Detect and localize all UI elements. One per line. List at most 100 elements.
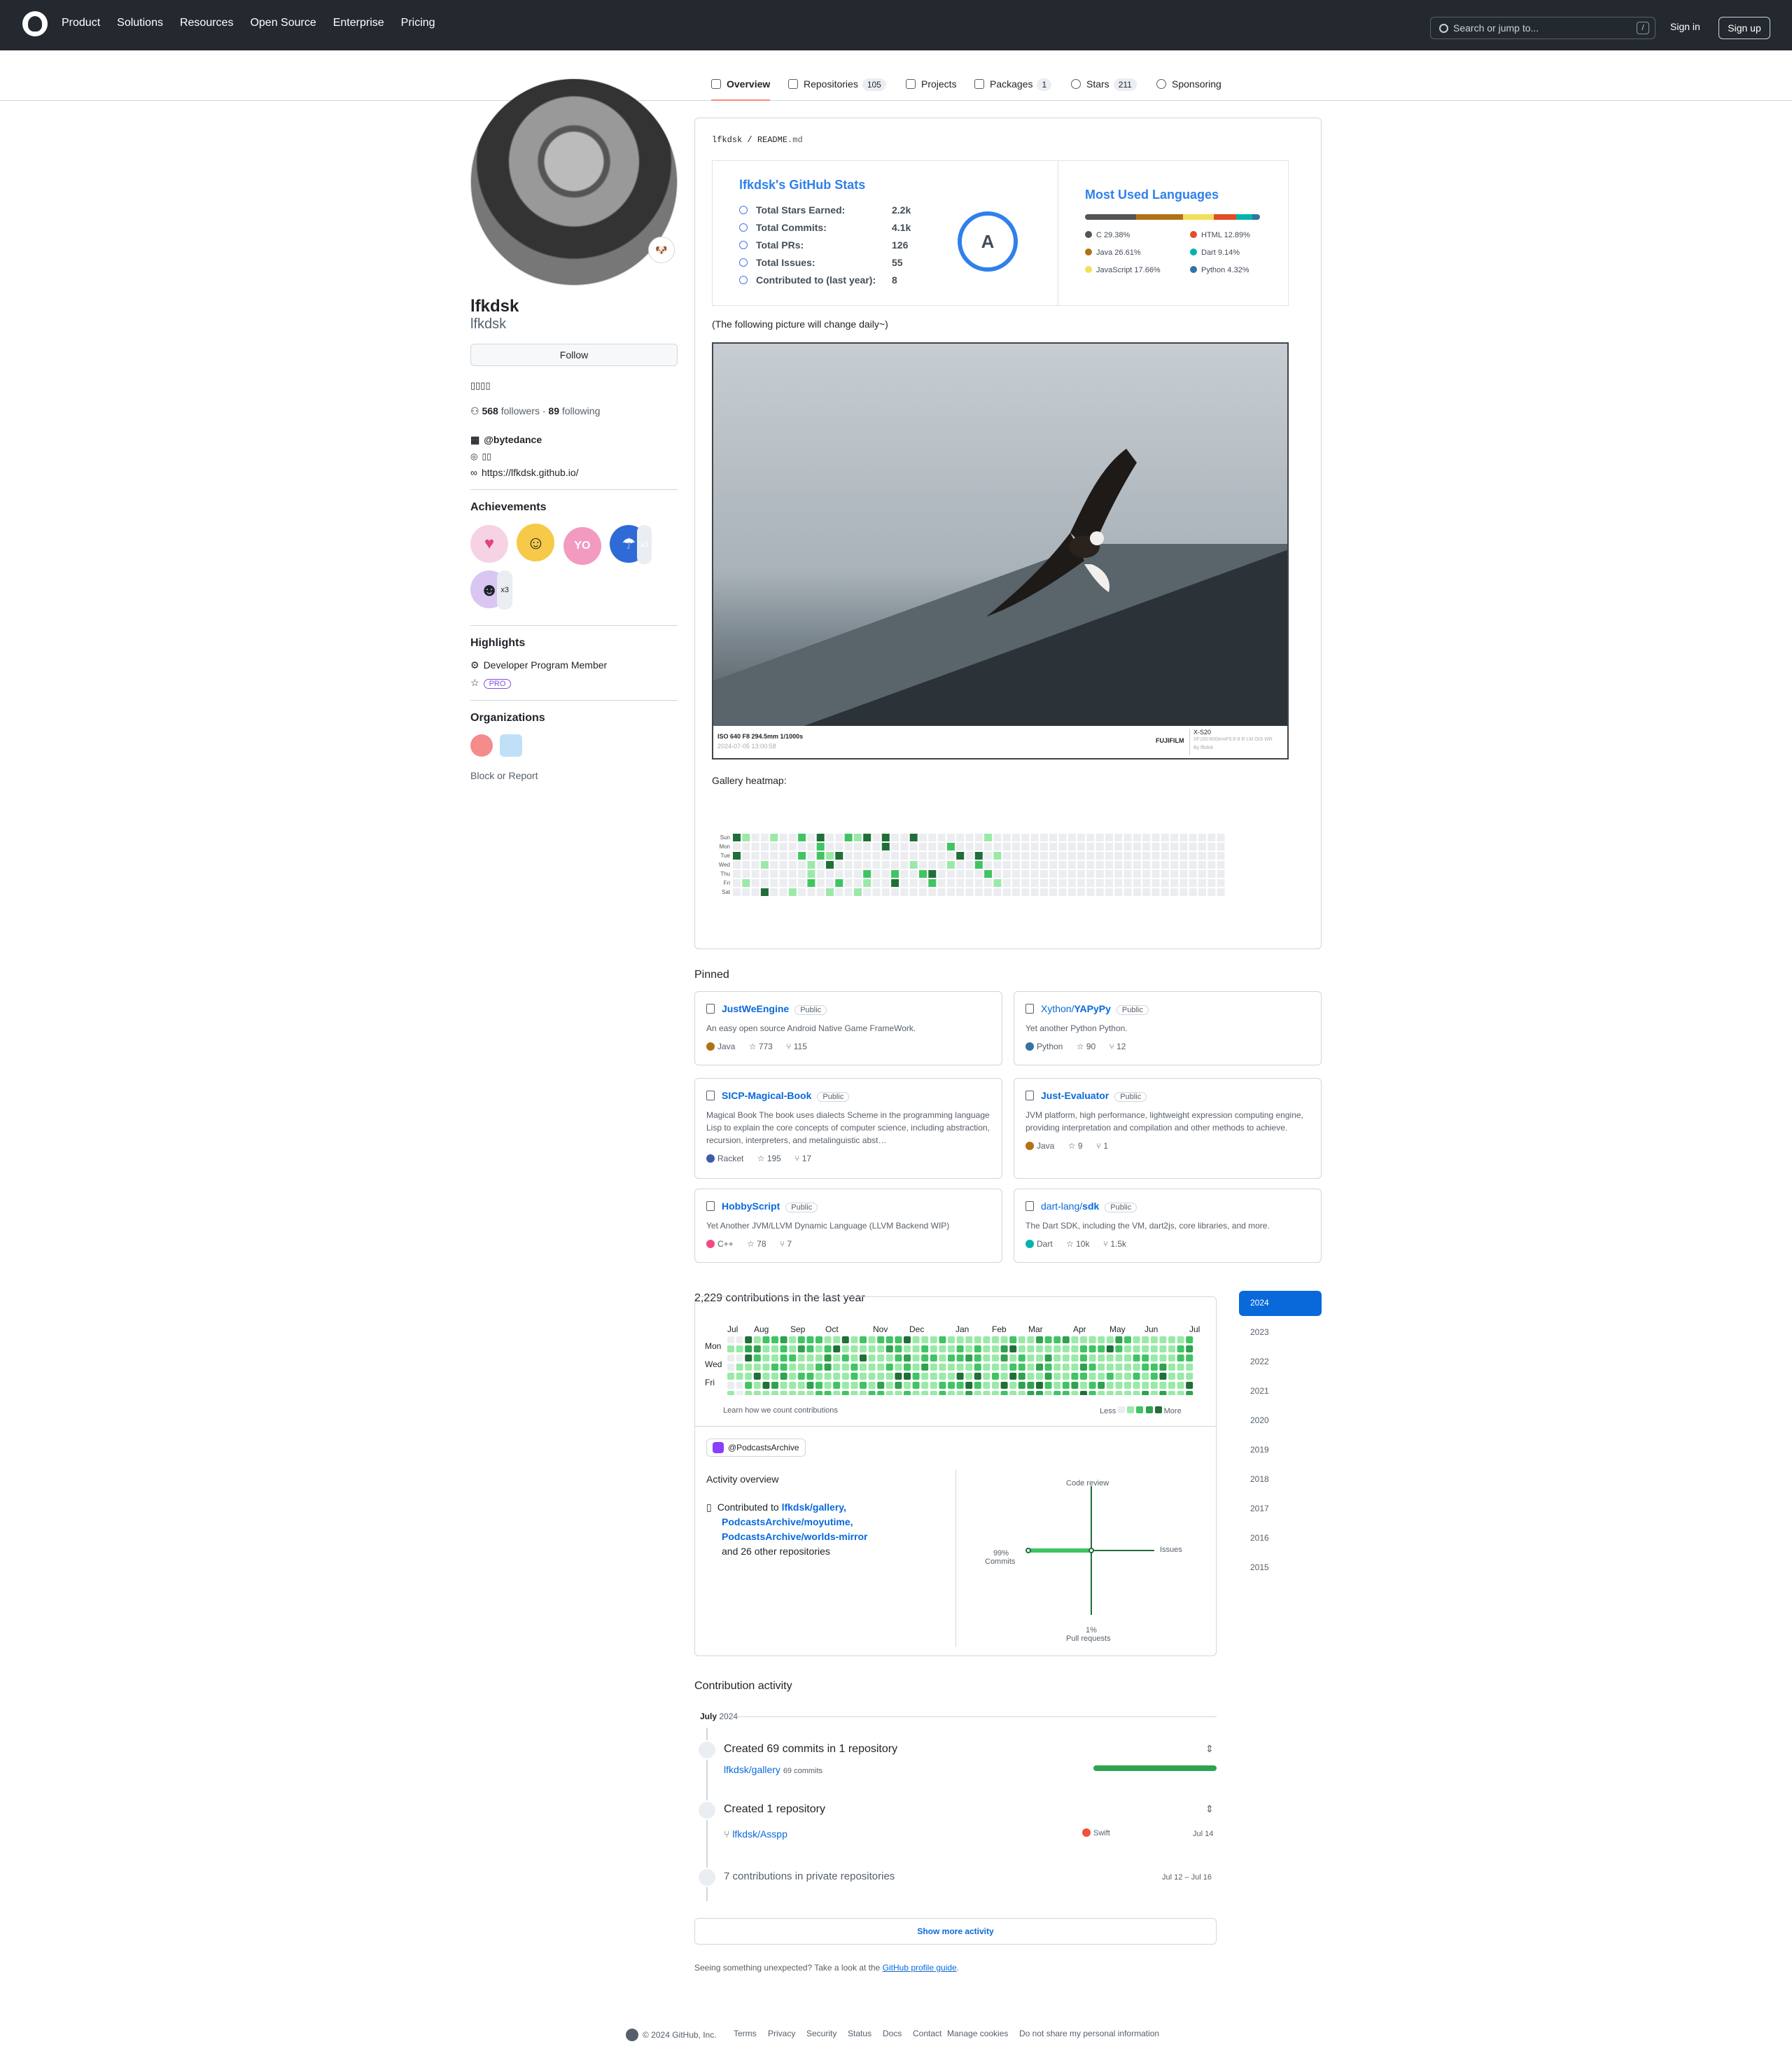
- contribution-cell[interactable]: [1000, 1382, 1008, 1389]
- contribution-cell[interactable]: [1054, 1336, 1061, 1343]
- contribution-cell[interactable]: [841, 1345, 849, 1352]
- contribution-cell[interactable]: [1142, 1364, 1149, 1371]
- year-2022[interactable]: 2022: [1239, 1350, 1322, 1375]
- footer-link-cookies[interactable]: Manage cookies: [947, 2029, 1008, 2038]
- contribution-cell[interactable]: [868, 1336, 876, 1343]
- contribution-cell[interactable]: [1098, 1336, 1105, 1343]
- contribution-cell[interactable]: [1133, 1364, 1140, 1371]
- contribution-cell[interactable]: [816, 1382, 822, 1389]
- repo-forks[interactable]: 7: [787, 1239, 792, 1249]
- contribution-cell[interactable]: [1186, 1336, 1194, 1343]
- status-emoji[interactable]: 🐶: [648, 237, 675, 263]
- contribution-cell[interactable]: [762, 1345, 770, 1352]
- contribution-cell[interactable]: [841, 1382, 849, 1389]
- contribution-cell[interactable]: [1088, 1345, 1096, 1352]
- contribution-cell[interactable]: [1018, 1364, 1026, 1371]
- contribution-cell[interactable]: [727, 1345, 734, 1352]
- contribution-cell[interactable]: [904, 1336, 911, 1343]
- pinned-repo-title[interactable]: Just-Evaluator Public: [1026, 1090, 1310, 1102]
- contribution-cell[interactable]: [1159, 1391, 1167, 1395]
- contribution-cell[interactable]: [930, 1373, 937, 1380]
- year-2024[interactable]: 2024: [1239, 1291, 1322, 1316]
- website-link[interactable]: https://lfkdsk.github.io/: [482, 467, 579, 478]
- contribution-cell[interactable]: [1098, 1354, 1105, 1362]
- repo-stars[interactable]: 773: [759, 1042, 773, 1051]
- footer-link-contact[interactable]: Contact: [913, 2029, 941, 2038]
- contribution-cell[interactable]: [1115, 1373, 1123, 1380]
- org-avatar[interactable]: [500, 734, 523, 757]
- github-logo-icon[interactable]: [22, 11, 48, 36]
- contribution-cell[interactable]: [895, 1345, 902, 1352]
- pinned-repo-title[interactable]: Xython/YAPyPy Public: [1026, 1003, 1310, 1015]
- contribution-cell[interactable]: [806, 1336, 814, 1343]
- commits-summary[interactable]: Created 69 commits in 1 repository: [724, 1743, 897, 1756]
- contribution-cell[interactable]: [877, 1364, 885, 1371]
- contribution-cell[interactable]: [1054, 1345, 1061, 1352]
- contribution-cell[interactable]: [736, 1354, 743, 1362]
- contribution-cell[interactable]: [1027, 1373, 1035, 1380]
- contribution-cell[interactable]: [771, 1364, 778, 1371]
- contribution-cell[interactable]: [850, 1382, 858, 1389]
- contribution-cell[interactable]: [1159, 1345, 1167, 1352]
- contribution-cell[interactable]: [1054, 1391, 1061, 1395]
- contribution-cell[interactable]: [762, 1364, 770, 1371]
- contribution-cell[interactable]: [1018, 1345, 1026, 1352]
- contribution-cell[interactable]: [1062, 1336, 1070, 1343]
- contribution-cell[interactable]: [1159, 1382, 1167, 1389]
- show-more-activity-button[interactable]: Show more activity: [694, 1918, 1217, 1945]
- footer-link-docs[interactable]: Docs: [883, 2029, 902, 2038]
- contribution-cell[interactable]: [1150, 1354, 1158, 1362]
- contribution-cell[interactable]: [789, 1336, 797, 1343]
- contribution-cell[interactable]: [895, 1354, 902, 1362]
- contribution-cell[interactable]: [886, 1345, 893, 1352]
- contribution-cell[interactable]: [1071, 1382, 1079, 1389]
- contribution-cell[interactable]: [762, 1373, 770, 1380]
- contribution-cell[interactable]: [745, 1354, 752, 1362]
- daily-photo[interactable]: ISO 640 F8 294.5mm 1/1000s 2024-07-05 13…: [712, 342, 1289, 760]
- contribution-cell[interactable]: [1054, 1364, 1061, 1371]
- nav-open-source[interactable]: Open Source: [250, 17, 316, 29]
- following-label[interactable]: following: [562, 405, 600, 416]
- contribution-cell[interactable]: [983, 1354, 990, 1362]
- contribution-cell[interactable]: [833, 1382, 841, 1389]
- contribution-cell[interactable]: [1036, 1354, 1043, 1362]
- contribution-cell[interactable]: [806, 1354, 814, 1362]
- pinned-repo-title[interactable]: dart-lang/sdk Public: [1026, 1200, 1310, 1212]
- repo-stars[interactable]: 10k: [1076, 1239, 1089, 1249]
- contribution-cell[interactable]: [921, 1391, 929, 1395]
- contribution-cell[interactable]: [806, 1345, 814, 1352]
- year-2020[interactable]: 2020: [1239, 1408, 1322, 1434]
- contribution-cell[interactable]: [824, 1373, 832, 1380]
- nav-product[interactable]: Product: [62, 17, 100, 29]
- contribution-cell[interactable]: [1018, 1391, 1026, 1395]
- created-repo-summary[interactable]: Created 1 repository: [724, 1803, 825, 1816]
- contribution-cell[interactable]: [780, 1364, 788, 1371]
- contribution-cell[interactable]: [1080, 1336, 1087, 1343]
- contribution-cell[interactable]: [745, 1336, 752, 1343]
- contribution-cell[interactable]: [904, 1373, 911, 1380]
- contribution-cell[interactable]: [1177, 1373, 1184, 1380]
- contribution-cell[interactable]: [1124, 1354, 1131, 1362]
- nav-enterprise[interactable]: Enterprise: [333, 17, 384, 29]
- contribution-cell[interactable]: [1009, 1364, 1017, 1371]
- contribution-cell[interactable]: [736, 1336, 743, 1343]
- year-2021[interactable]: 2021: [1239, 1379, 1322, 1404]
- sign-in-link[interactable]: Sign in: [1670, 21, 1700, 32]
- contribution-cell[interactable]: [992, 1336, 999, 1343]
- contribution-cell[interactable]: [1027, 1336, 1035, 1343]
- contribution-cell[interactable]: [797, 1364, 805, 1371]
- contribution-cell[interactable]: [930, 1336, 937, 1343]
- contribution-cell[interactable]: [816, 1336, 822, 1343]
- contribution-cell[interactable]: [992, 1373, 999, 1380]
- contribution-cell[interactable]: [1054, 1354, 1061, 1362]
- contribution-cell[interactable]: [930, 1354, 937, 1362]
- readme-path-user[interactable]: lfkdsk: [712, 135, 742, 145]
- contribution-cell[interactable]: [1036, 1336, 1043, 1343]
- contribution-cell[interactable]: [816, 1391, 822, 1395]
- contribution-cell[interactable]: [974, 1345, 981, 1352]
- contribution-cell[interactable]: [1106, 1391, 1114, 1395]
- contribution-cell[interactable]: [1186, 1391, 1194, 1395]
- nav-pricing[interactable]: Pricing: [401, 17, 435, 29]
- contribution-cell[interactable]: [797, 1391, 805, 1395]
- contribution-cell[interactable]: [850, 1364, 858, 1371]
